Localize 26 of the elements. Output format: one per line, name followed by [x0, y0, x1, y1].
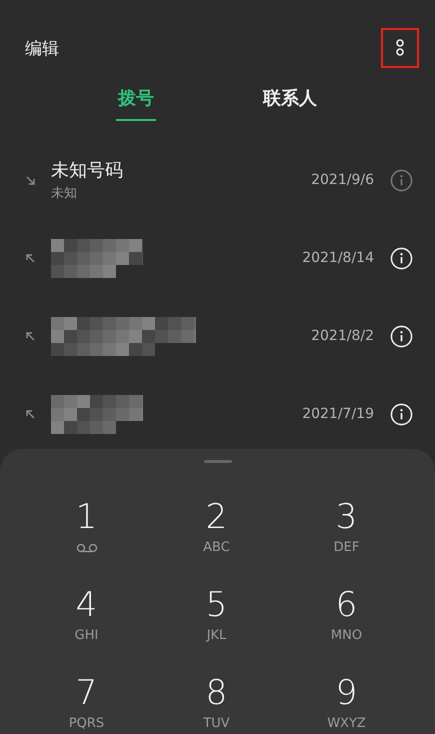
dial-key[interactable]: 3 DEF [282, 497, 412, 569]
dial-key[interactable]: 6 MNO [282, 585, 412, 657]
dial-key[interactable]: 8 TUV [152, 673, 282, 734]
outgoing-call-icon [24, 330, 37, 342]
outgoing-call-icon [24, 408, 37, 420]
more-icon [395, 38, 405, 58]
caller-name: 未知号码 [51, 159, 124, 182]
voicemail-icon [76, 543, 98, 554]
call-date: 2021/9/6 [311, 172, 374, 188]
edit-link[interactable]: 编辑 [25, 36, 59, 60]
dial-key[interactable]: 5 JKL [152, 585, 282, 657]
call-date: 2021/7/19 [302, 406, 374, 422]
dial-key[interactable]: 4 GHI [22, 585, 152, 657]
call-date: 2021/8/14 [302, 250, 374, 266]
outgoing-call-icon [24, 252, 37, 264]
dial-key[interactable]: 7 PQRS [22, 673, 152, 734]
tab[interactable]: 联系人 [261, 82, 319, 121]
dial-key[interactable]: 1 [22, 497, 152, 569]
call-date: 2021/8/2 [311, 328, 374, 344]
more-menu-button[interactable] [381, 28, 419, 68]
dial-key[interactable]: 2 ABC [152, 497, 282, 569]
tab[interactable]: 拨号 [116, 82, 156, 121]
caller-location: 未知 [51, 185, 78, 202]
dial-key[interactable]: 9 WXYZ [282, 673, 412, 734]
drag-handle[interactable] [204, 460, 232, 463]
incoming-call-icon [24, 174, 37, 186]
